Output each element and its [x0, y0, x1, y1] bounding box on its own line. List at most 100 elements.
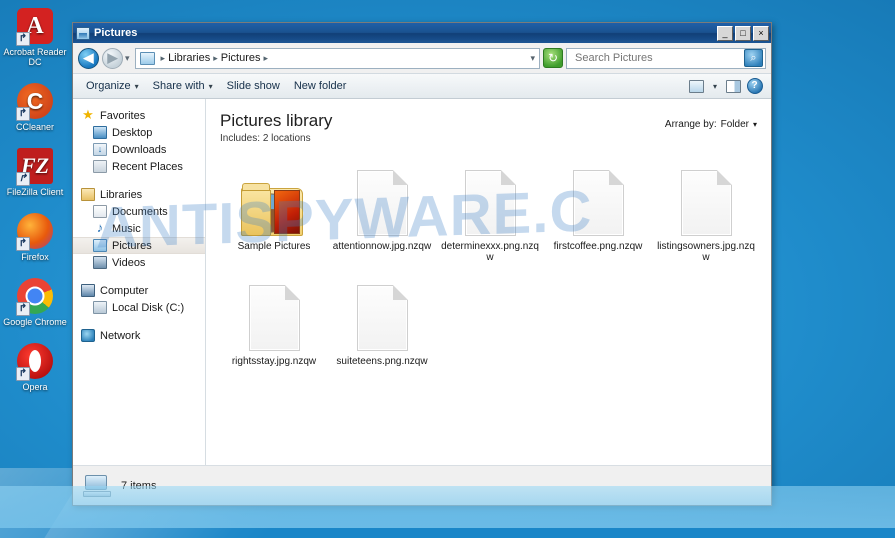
change-view-button[interactable]: [686, 77, 707, 96]
minimize-button[interactable]: _: [717, 25, 733, 41]
music-icon: ♪: [96, 220, 104, 235]
organize-label: Organize: [86, 80, 131, 92]
share-with-button[interactable]: Share with ▾: [146, 77, 220, 95]
sidebar-item-pictures[interactable]: Pictures: [73, 237, 205, 254]
desktop-icon-label: CCleaner: [15, 122, 55, 132]
item-thumbnail: [547, 162, 649, 236]
documents-icon: [93, 205, 107, 218]
desktop-icon-firefox[interactable]: Firefox: [0, 209, 70, 268]
back-button[interactable]: ◀: [78, 47, 99, 69]
search-box[interactable]: ⌕: [566, 47, 766, 69]
sidebar-item-documents[interactable]: Documents: [73, 203, 205, 220]
window-controls: _ □ ×: [717, 25, 769, 41]
sidebar-item-label: Music: [112, 222, 141, 235]
content-pane: Pictures library Includes: 2 locations A…: [206, 99, 771, 465]
view-dropdown-button[interactable]: ▾: [707, 79, 723, 94]
new-folder-button[interactable]: New folder: [287, 77, 354, 95]
monitor-base: [83, 490, 111, 497]
library-icon: [139, 51, 155, 65]
status-bar: 7 items: [73, 465, 771, 505]
blank-file-icon: [248, 285, 300, 351]
item-label: attentionnow.jpg.nzqw: [332, 241, 432, 252]
desktop-icon-label: FileZilla Client: [6, 187, 64, 197]
item-thumbnail: [439, 162, 541, 236]
desktop-icon-label: Firefox: [21, 252, 49, 262]
list-item[interactable]: Sample Pictures: [220, 158, 328, 273]
sidebar-item-label: Local Disk (C:): [112, 301, 185, 314]
item-label: firstcoffee.png.nzqw: [553, 241, 643, 252]
address-dropdown-icon[interactable]: ▾: [530, 53, 535, 64]
list-item[interactable]: attentionnow.jpg.nzqw: [328, 158, 436, 273]
downloads-icon: ↓: [93, 143, 107, 156]
window-titlebar[interactable]: Pictures _ □ ×: [73, 23, 771, 43]
breadcrumb-libraries[interactable]: Libraries: [168, 52, 210, 64]
help-button[interactable]: ?: [744, 77, 765, 96]
blank-file-icon: [680, 170, 732, 236]
close-button[interactable]: ×: [753, 25, 769, 41]
sidebar-item-music[interactable]: ♪ Music: [73, 220, 205, 237]
desktop-icon-filezilla[interactable]: FZ FileZilla Client: [0, 144, 70, 203]
sidebar-item-favorites[interactable]: ★ Favorites: [73, 107, 205, 124]
breadcrumb-caret-icon[interactable]: ▸: [161, 53, 166, 64]
folder-icon: [241, 180, 307, 236]
slide-show-button[interactable]: Slide show: [220, 77, 287, 95]
sidebar-item-label: Favorites: [100, 109, 146, 122]
sidebar-item-network[interactable]: Network: [73, 327, 205, 344]
desktop-icon-opera[interactable]: Opera: [0, 339, 70, 398]
chevron-down-icon: ▾: [134, 81, 139, 91]
item-label: Sample Pictures: [237, 241, 311, 252]
desktop-icon-ccleaner[interactable]: C CCleaner: [0, 79, 70, 138]
breadcrumb-pictures[interactable]: Pictures: [221, 52, 261, 64]
chrome-icon: [16, 278, 53, 316]
acrobat-icon: A: [16, 8, 53, 46]
item-thumbnail: [331, 277, 433, 351]
explorer-window: Pictures _ □ × ◀ ▶ ▾ ▸ Libraries ▸ Pictu…: [72, 22, 772, 506]
breadcrumb-end-caret-icon[interactable]: ▸: [264, 53, 269, 64]
sidebar-item-label: Desktop: [112, 126, 153, 139]
sidebar-item-desktop[interactable]: Desktop: [73, 124, 205, 141]
blank-file-icon: [356, 285, 408, 351]
list-item[interactable]: firstcoffee.png.nzqw: [544, 158, 652, 273]
library-includes: Includes: 2 locations: [220, 133, 757, 144]
nav-group-libraries: Libraries Documents ♪ Music Pictures Vid…: [73, 186, 205, 271]
search-input[interactable]: [573, 51, 744, 65]
includes-label: Includes:: [220, 133, 261, 144]
sidebar-item-label: Documents: [112, 205, 168, 218]
preview-pane-button[interactable]: [723, 77, 744, 96]
sidebar-item-videos[interactable]: Videos: [73, 254, 205, 271]
refresh-button[interactable]: ↻: [543, 48, 563, 68]
sidebar-item-local-disk[interactable]: Local Disk (C:): [73, 299, 205, 316]
sidebar-item-label: Network: [100, 329, 141, 342]
desktop-icon-label: Opera: [22, 382, 48, 392]
list-item[interactable]: determinexxx.png.nzqw: [436, 158, 544, 273]
breadcrumb-separator-icon[interactable]: ▸: [213, 53, 218, 64]
address-row: ◀ ▶ ▾ ▸ Libraries ▸ Pictures ▸ ▾ ↻ ⌕: [73, 43, 771, 73]
list-item[interactable]: suiteteens.png.nzqw: [328, 273, 436, 377]
help-icon: ?: [746, 78, 763, 94]
desktop-icon-google-chrome[interactable]: Google Chrome: [0, 274, 70, 333]
organize-button[interactable]: Organize ▾: [79, 77, 146, 95]
forward-button[interactable]: ▶: [102, 47, 123, 69]
desktop-icon-acrobat-reader[interactable]: A Acrobat Reader DC: [0, 4, 70, 73]
window-body: ★ Favorites Desktop ↓ Downloads Recent P…: [73, 99, 771, 465]
arrange-by-label: Arrange by:: [664, 119, 717, 130]
list-item[interactable]: rightsstay.jpg.nzqw: [220, 273, 328, 377]
sidebar-item-label: Pictures: [112, 239, 152, 252]
search-icon[interactable]: ⌕: [744, 49, 763, 67]
sidebar-item-downloads[interactable]: ↓ Downloads: [73, 141, 205, 158]
sidebar-item-recent-places[interactable]: Recent Places: [73, 158, 205, 175]
address-bar[interactable]: ▸ Libraries ▸ Pictures ▸ ▾: [134, 47, 540, 69]
item-label: suiteteens.png.nzqw: [336, 356, 428, 367]
desktop-icon-label: Google Chrome: [3, 317, 67, 327]
sidebar-item-label: Downloads: [112, 143, 167, 156]
history-dropdown-icon[interactable]: ▾: [125, 53, 130, 64]
list-item[interactable]: listingsowners.jpg.nzqw: [652, 158, 760, 273]
sidebar-item-libraries[interactable]: Libraries: [73, 186, 205, 203]
item-thumbnail: [331, 162, 433, 236]
computer-icon: [81, 284, 95, 297]
arrange-by-control[interactable]: Arrange by: Folder ▾: [665, 119, 757, 130]
blank-file-icon: [356, 170, 408, 236]
maximize-button[interactable]: □: [735, 25, 751, 41]
sidebar-item-label: Videos: [112, 256, 146, 269]
sidebar-item-computer[interactable]: Computer: [73, 282, 205, 299]
